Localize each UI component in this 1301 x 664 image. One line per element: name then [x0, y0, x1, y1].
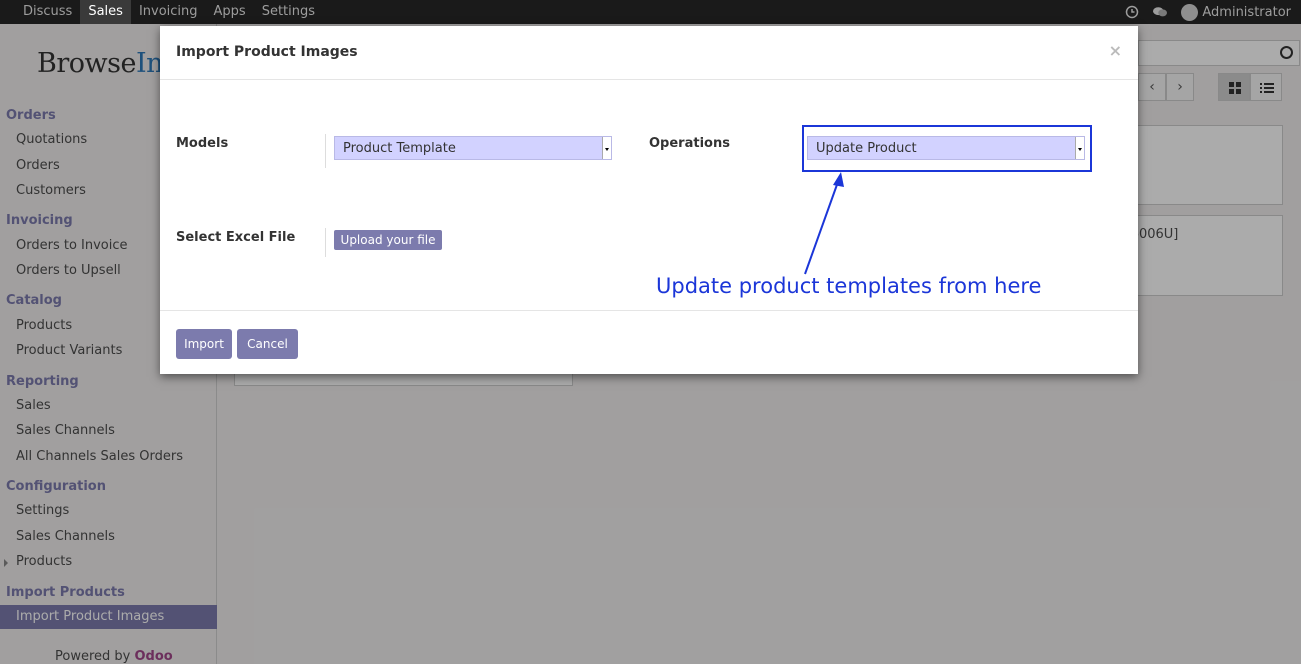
menu-apps[interactable]: Apps — [206, 0, 254, 24]
avatar — [1181, 3, 1199, 21]
annotation-text: Update product templates from here — [656, 274, 1042, 298]
cancel-button[interactable]: Cancel — [237, 329, 298, 359]
menu-sales[interactable]: Sales — [80, 0, 131, 24]
user-menu[interactable]: Administrator — [1181, 3, 1291, 21]
top-navbar: Discuss Sales Invoicing Apps Settings Ad… — [0, 0, 1301, 24]
top-menu: Discuss Sales Invoicing Apps Settings — [15, 0, 323, 24]
clock-icon[interactable] — [1125, 5, 1139, 19]
import-button[interactable]: Import — [176, 329, 232, 359]
chat-icon[interactable] — [1153, 5, 1168, 19]
modal-footer: Import Cancel — [160, 310, 1138, 374]
menu-settings[interactable]: Settings — [254, 0, 323, 24]
menu-discuss[interactable]: Discuss — [15, 0, 80, 24]
import-product-images-dialog: Import Product Images × Models Product T… — [160, 26, 1138, 374]
user-name: Administrator — [1202, 4, 1291, 20]
menu-invoicing[interactable]: Invoicing — [131, 0, 206, 24]
top-right-area: Administrator — [1125, 0, 1291, 24]
